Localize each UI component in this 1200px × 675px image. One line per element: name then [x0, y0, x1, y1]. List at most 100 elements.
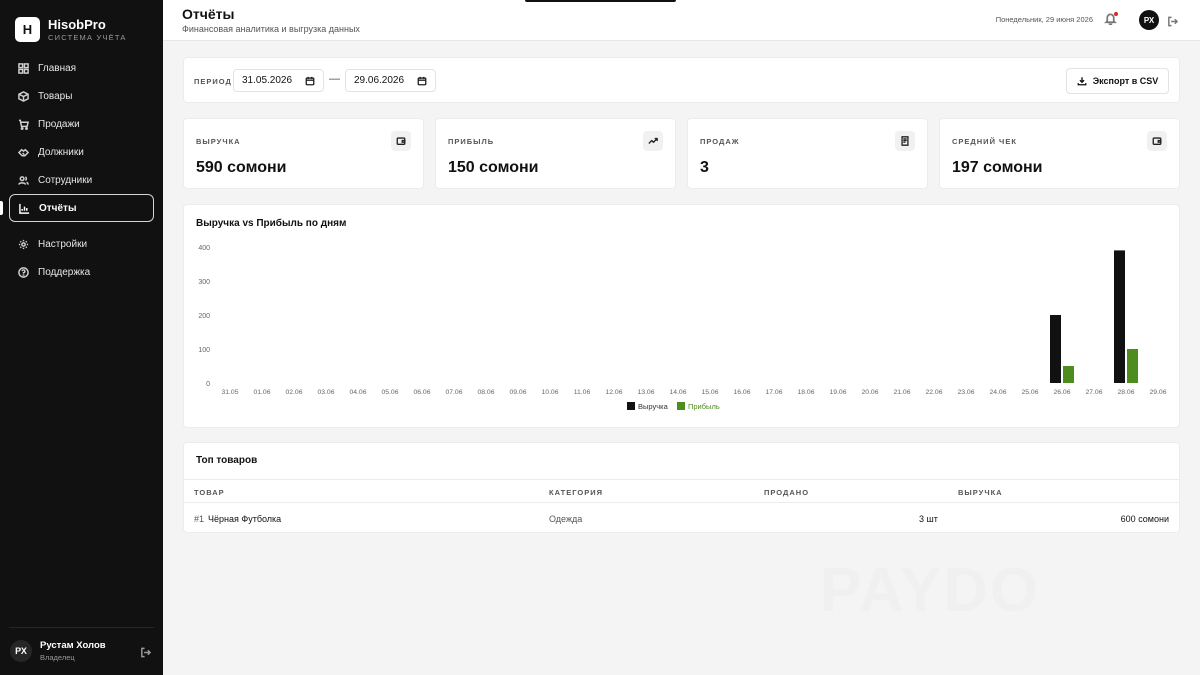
- sidebar-item-label: Главная: [38, 62, 77, 74]
- brand-name: HisobPro: [48, 16, 106, 32]
- brand-subtitle: СИСТЕМА УЧЁТА: [48, 32, 127, 42]
- header-logout-button[interactable]: [1167, 14, 1179, 32]
- table-title: Топ товаров: [196, 455, 258, 466]
- legend-label: Прибыль: [688, 402, 720, 411]
- column-header-revenue[interactable]: ВЫРУЧКА: [958, 488, 1003, 497]
- x-tick-label: 28.06: [1117, 389, 1134, 396]
- stat-card-sales: ПРОДАЖ 3: [687, 118, 928, 189]
- x-tick-label: 21.06: [893, 389, 910, 396]
- product-name: Чёрная Футболка: [208, 514, 282, 524]
- sidebar-item-reports[interactable]: Отчёты: [9, 194, 154, 222]
- date-from-value: 31.05.2026: [242, 75, 293, 86]
- box-icon: [18, 90, 29, 102]
- product-rank: #1: [194, 514, 205, 524]
- x-tick-label: 11.06: [574, 389, 591, 396]
- x-tick-label: 16.06: [733, 389, 750, 396]
- wallet-icon: [1147, 131, 1167, 151]
- legend-label: Выручка: [638, 402, 669, 411]
- stat-card-revenue: ВЫРУЧКА 590 сомони: [183, 118, 424, 189]
- top-header: Отчёты Финансовая аналитика и выгрузка д…: [163, 0, 1200, 41]
- x-tick-label: 09.06: [509, 389, 526, 396]
- calendar-icon: [417, 76, 427, 86]
- x-tick-label: 12.06: [605, 389, 622, 396]
- sidebar-item-label: Продажи: [38, 118, 80, 130]
- revenue-profit-chart: 0 100 200 300 400 31.05 01.06 02.06 03.06 04.06 05…: [198, 245, 1166, 411]
- x-tick-label: 26.06: [1053, 389, 1070, 396]
- logout-icon: [1168, 16, 1179, 27]
- logout-icon: [141, 647, 152, 658]
- trend-up-icon: [643, 131, 663, 151]
- x-tick-label: 04.06: [349, 389, 366, 396]
- date-from-input[interactable]: 31.05.2026: [233, 69, 324, 92]
- sidebar-item-home[interactable]: Главная: [9, 54, 154, 82]
- column-header-category[interactable]: КАТЕГОРИЯ: [549, 488, 603, 497]
- wallet-icon: [391, 131, 411, 151]
- period-label: ПЕРИОД: [194, 77, 232, 86]
- logout-button[interactable]: [140, 645, 152, 663]
- table-row[interactable]: #1 Чёрная Футболка Одежда 3 шт 600 сомон…: [184, 503, 1179, 533]
- sidebar-item-support[interactable]: Поддержка: [9, 258, 154, 286]
- sidebar-nav: Главная Товары Продажи Должники Сотрудни…: [9, 54, 154, 286]
- notifications-button[interactable]: [1104, 12, 1118, 26]
- table-header: ТОВАР КАТЕГОРИЯ ПРОДАНО ВЫРУЧКА: [184, 479, 1179, 503]
- header-avatar[interactable]: РХ: [1139, 10, 1159, 30]
- legend-swatch: [627, 402, 635, 410]
- watermark: PAYDO: [820, 556, 1041, 625]
- page-title: Отчёты: [182, 6, 235, 22]
- receipt-icon: [895, 131, 915, 151]
- gear-icon: [18, 239, 29, 249]
- active-nav-marker: [0, 201, 3, 215]
- revenue-profit-chart-card: Выручка vs Прибыль по дням 0 100 200 300 400…: [183, 204, 1180, 428]
- x-tick-label: 20.06: [861, 389, 878, 396]
- stat-label: ПРИБЫЛЬ: [448, 137, 495, 146]
- x-tick-label: 15.06: [701, 389, 718, 396]
- x-tick-label: 23.06: [957, 389, 974, 396]
- calendar-icon: [305, 76, 315, 86]
- stat-value: 197 сомони: [952, 159, 1043, 176]
- x-tick-label: 27.06: [1085, 389, 1102, 396]
- avatar: РХ: [10, 640, 32, 662]
- x-tick-label: 03.06: [317, 389, 334, 396]
- sidebar-item-debtors[interactable]: Должники: [9, 138, 154, 166]
- x-tick-label: 05.06: [381, 389, 398, 396]
- export-csv-button[interactable]: Экспорт в CSV: [1066, 68, 1169, 94]
- top-products-table: Топ товаров ТОВАР КАТЕГОРИЯ ПРОДАНО ВЫРУ…: [183, 442, 1180, 533]
- date-to-input[interactable]: 29.06.2026: [345, 69, 436, 92]
- y-tick-label: 300: [198, 279, 210, 286]
- stat-label: ПРОДАЖ: [700, 137, 740, 146]
- user-name: Рустам Холов: [40, 640, 106, 651]
- x-tick-label: 31.05: [221, 389, 238, 396]
- sidebar-item-settings[interactable]: Настройки: [9, 230, 154, 258]
- sidebar-divider: [9, 627, 154, 628]
- user-profile[interactable]: РХ Рустам Холов Владелец: [10, 640, 155, 662]
- sidebar-item-label: Должники: [38, 146, 84, 158]
- sidebar-item-label: Поддержка: [38, 266, 91, 278]
- product-sold: 3 шт: [919, 514, 938, 524]
- sidebar-item-sales[interactable]: Продажи: [9, 110, 154, 138]
- y-tick-label: 200: [198, 313, 210, 320]
- x-tick-label: 08.06: [477, 389, 494, 396]
- x-tick-label: 13.06: [637, 389, 654, 396]
- loading-indicator: [525, 0, 676, 2]
- column-header-product[interactable]: ТОВАР: [194, 488, 225, 497]
- x-tick-label: 02.06: [285, 389, 302, 396]
- help-icon: [18, 266, 29, 278]
- period-filter: ПЕРИОД 31.05.2026 — 29.06.2026 Экспорт в…: [183, 57, 1180, 103]
- y-tick-label: 100: [198, 347, 210, 354]
- sidebar-item-employees[interactable]: Сотрудники: [9, 166, 154, 194]
- profit-bar: [1063, 366, 1074, 383]
- sidebar-item-products[interactable]: Товары: [9, 82, 154, 110]
- sidebar-item-label: Сотрудники: [38, 174, 93, 186]
- x-tick-label: 25.06: [1021, 389, 1038, 396]
- x-tick-label: 06.06: [413, 389, 430, 396]
- chart-icon: [19, 203, 30, 214]
- stat-value: 590 сомони: [196, 159, 287, 176]
- brand[interactable]: H HisobPro СИСТЕМА УЧЁТА: [15, 17, 127, 42]
- users-icon: [18, 175, 29, 185]
- stat-value: 3: [700, 159, 709, 176]
- x-tick-label: 07.06: [445, 389, 462, 396]
- column-header-sold[interactable]: ПРОДАНО: [764, 488, 809, 497]
- legend-swatch: [677, 402, 685, 410]
- sidebar-item-label: Товары: [38, 90, 73, 102]
